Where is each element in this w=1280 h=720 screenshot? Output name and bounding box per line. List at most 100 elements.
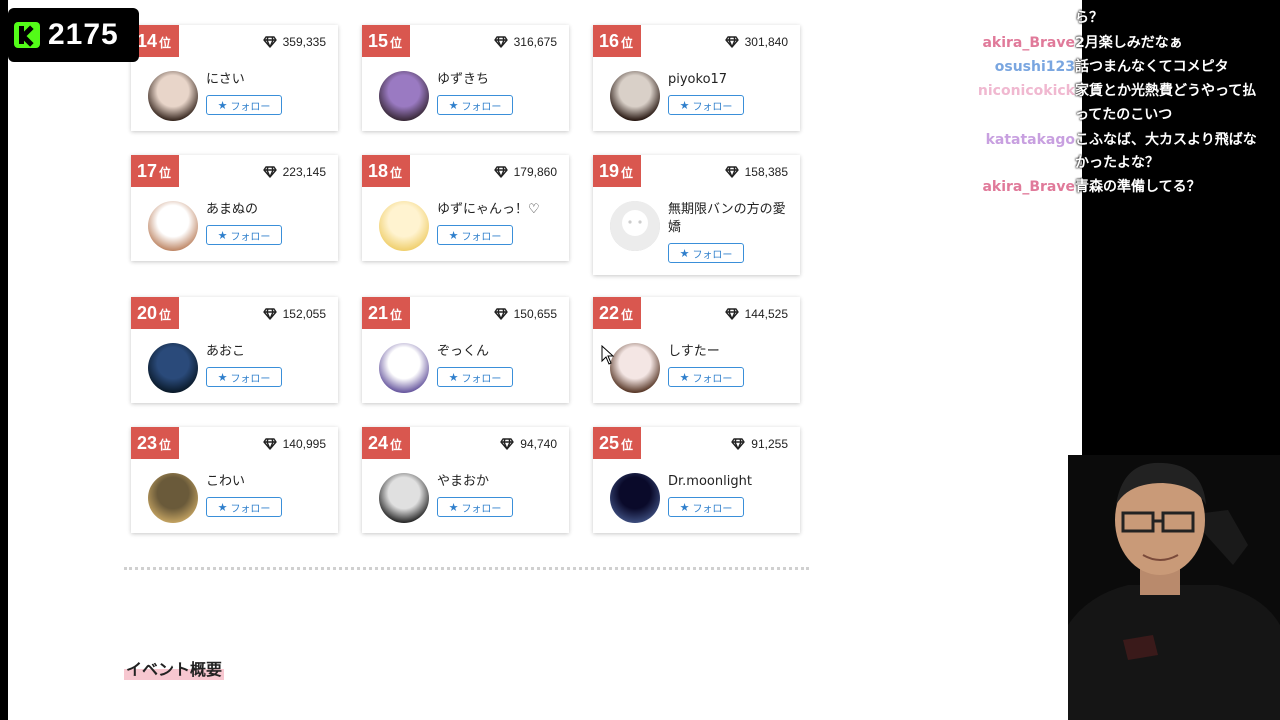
- chat-username[interactable]: akira_Brave: [950, 176, 1075, 198]
- rank-tag: 24 位: [362, 427, 411, 459]
- section-divider: [124, 567, 809, 570]
- ranking-card[interactable]: 17 位 223,145 あまぬの ★ フォロー: [131, 155, 338, 261]
- diamond-icon: [493, 166, 508, 178]
- chat-text: こふなば、大カスより飛ばな: [1075, 132, 1257, 148]
- star-icon: ★: [679, 246, 690, 260]
- streamer-silhouette: [1068, 455, 1280, 720]
- user-avatar[interactable]: [148, 201, 198, 251]
- user-name[interactable]: やまおか: [437, 473, 562, 491]
- chat-text: 話つまんなくてコメピタ: [1075, 59, 1229, 75]
- rank-suffix: 位: [621, 36, 634, 50]
- user-name[interactable]: にさい: [206, 71, 331, 89]
- ranking-card[interactable]: 22 位 144,525 しすたー ★ フォロー: [593, 297, 800, 403]
- follow-label: フォロー: [230, 231, 271, 243]
- follow-button[interactable]: ★ フォロー: [437, 497, 513, 517]
- chat-username[interactable]: akira_Brave: [950, 32, 1075, 54]
- follow-button[interactable]: ★ フォロー: [437, 367, 513, 387]
- ranking-card[interactable]: 14 位 359,335 にさい ★ フォロー: [131, 25, 338, 131]
- star-icon: ★: [448, 228, 459, 242]
- user-avatar[interactable]: [610, 71, 660, 121]
- star-icon: ★: [448, 370, 459, 384]
- user-name[interactable]: piyoko17: [668, 71, 793, 89]
- follow-button[interactable]: ★ フォロー: [668, 497, 744, 517]
- user-avatar[interactable]: [610, 473, 660, 523]
- rank-suffix: 位: [159, 438, 172, 452]
- user-avatar[interactable]: [610, 201, 660, 251]
- follow-button[interactable]: ★ フォロー: [437, 95, 513, 115]
- follow-button[interactable]: ★ フォロー: [206, 225, 282, 245]
- user-avatar[interactable]: [148, 343, 198, 393]
- user-name[interactable]: ぞっくん: [437, 343, 562, 361]
- ranking-card[interactable]: 21 位 150,655 ぞっくん ★ フォロー: [362, 297, 569, 403]
- follow-label: フォロー: [461, 373, 502, 385]
- ranking-card[interactable]: 19 位 158,385 無期限バンの方の愛嬌 ★ フォロー: [593, 155, 800, 275]
- user-name[interactable]: あおこ: [206, 343, 331, 361]
- points-value: 94,740: [520, 437, 557, 451]
- gift-points: 152,055: [262, 307, 326, 321]
- star-icon: ★: [679, 500, 690, 514]
- follow-label: フォロー: [692, 249, 733, 261]
- diamond-icon: [731, 438, 745, 450]
- rank-number: 20: [137, 302, 158, 323]
- ranking-card[interactable]: 18 位 179,860 ゆずにゃんっ！♡ ★ フォロー: [362, 155, 569, 261]
- follow-label: フォロー: [461, 231, 502, 243]
- user-name[interactable]: しすたー: [668, 343, 793, 361]
- follow-label: フォロー: [230, 101, 271, 113]
- follow-button[interactable]: ★ フォロー: [668, 367, 744, 387]
- chat-text: ってたのこいつ: [1075, 107, 1173, 123]
- chat-text: ら？: [1075, 10, 1103, 26]
- user-name[interactable]: Dr.moonlight: [668, 473, 793, 491]
- user-avatar[interactable]: [148, 71, 198, 121]
- gift-points: 144,525: [724, 307, 788, 321]
- diamond-icon: [262, 438, 277, 450]
- ranking-card[interactable]: 25 位 91,255 Dr.moonlight ★ フォロー: [593, 427, 800, 533]
- points-value: 140,995: [282, 437, 326, 451]
- user-avatar[interactable]: [379, 201, 429, 251]
- chat-username[interactable]: osushi123: [950, 56, 1075, 78]
- diamond-icon: [724, 308, 739, 320]
- chat-username[interactable]: katatakago: [950, 129, 1075, 151]
- webcam-feed: [1068, 455, 1280, 720]
- star-icon: ★: [679, 370, 690, 384]
- user-avatar[interactable]: [610, 343, 660, 393]
- user-name[interactable]: 無期限バンの方の愛嬌: [668, 201, 793, 237]
- ranking-card[interactable]: 15 位 316,675 ゆずきち ★ フォロー: [362, 25, 569, 131]
- chat-username[interactable]: niconicokick: [950, 80, 1075, 102]
- ranking-card[interactable]: 16 位 301,840 piyoko17 ★ フォロー: [593, 25, 800, 131]
- follow-label: フォロー: [461, 503, 502, 515]
- follow-button[interactable]: ★ フォロー: [206, 497, 282, 517]
- user-avatar[interactable]: [379, 473, 429, 523]
- ranking-card[interactable]: 24 位 94,740 やまおか ★ フォロー: [362, 427, 569, 533]
- diamond-icon: [493, 36, 508, 48]
- gift-points: 301,840: [724, 35, 788, 49]
- diamond-icon: [262, 308, 277, 320]
- follow-button[interactable]: ★ フォロー: [206, 367, 282, 387]
- rank-number: 15: [368, 30, 389, 51]
- follow-button[interactable]: ★ フォロー: [437, 225, 513, 245]
- follow-button[interactable]: ★ フォロー: [668, 95, 744, 115]
- user-avatar[interactable]: [148, 473, 198, 523]
- follow-button[interactable]: ★ フォロー: [206, 95, 282, 115]
- gift-points: 359,335: [262, 35, 326, 49]
- chat-overlay: ら？ akira_Brave 2月楽しみだなぁ osushi123 話つまんなくてコメピ…: [950, 0, 1280, 200]
- rank-suffix: 位: [621, 438, 634, 452]
- user-name[interactable]: こわい: [206, 473, 331, 491]
- points-value: 359,335: [282, 35, 326, 49]
- follow-label: フォロー: [692, 101, 733, 113]
- ranking-card[interactable]: 23 位 140,995 こわい ★ フォロー: [131, 427, 338, 533]
- diamond-icon: [493, 308, 508, 320]
- ranking-card[interactable]: 20 位 152,055 あおこ ★ フォロー: [131, 297, 338, 403]
- rank-tag: 19 位: [593, 155, 642, 187]
- points-value: 301,840: [744, 35, 788, 49]
- user-name[interactable]: ゆずにゃんっ！♡: [437, 201, 562, 219]
- rank-number: 25: [599, 432, 620, 453]
- follow-button[interactable]: ★ フォロー: [668, 243, 744, 263]
- star-icon: ★: [679, 98, 690, 112]
- user-avatar[interactable]: [379, 71, 429, 121]
- user-name[interactable]: あまぬの: [206, 201, 331, 219]
- ranking-page: 14 位 359,335 にさい ★ フォロー 15 位 316,675 ゆずきち ★ フォロー 16 位…: [8, 0, 1082, 720]
- user-name[interactable]: ゆずきち: [437, 71, 562, 89]
- user-avatar[interactable]: [379, 343, 429, 393]
- chat-text: 青森の準備してる？: [1075, 179, 1201, 195]
- points-value: 223,145: [282, 165, 326, 179]
